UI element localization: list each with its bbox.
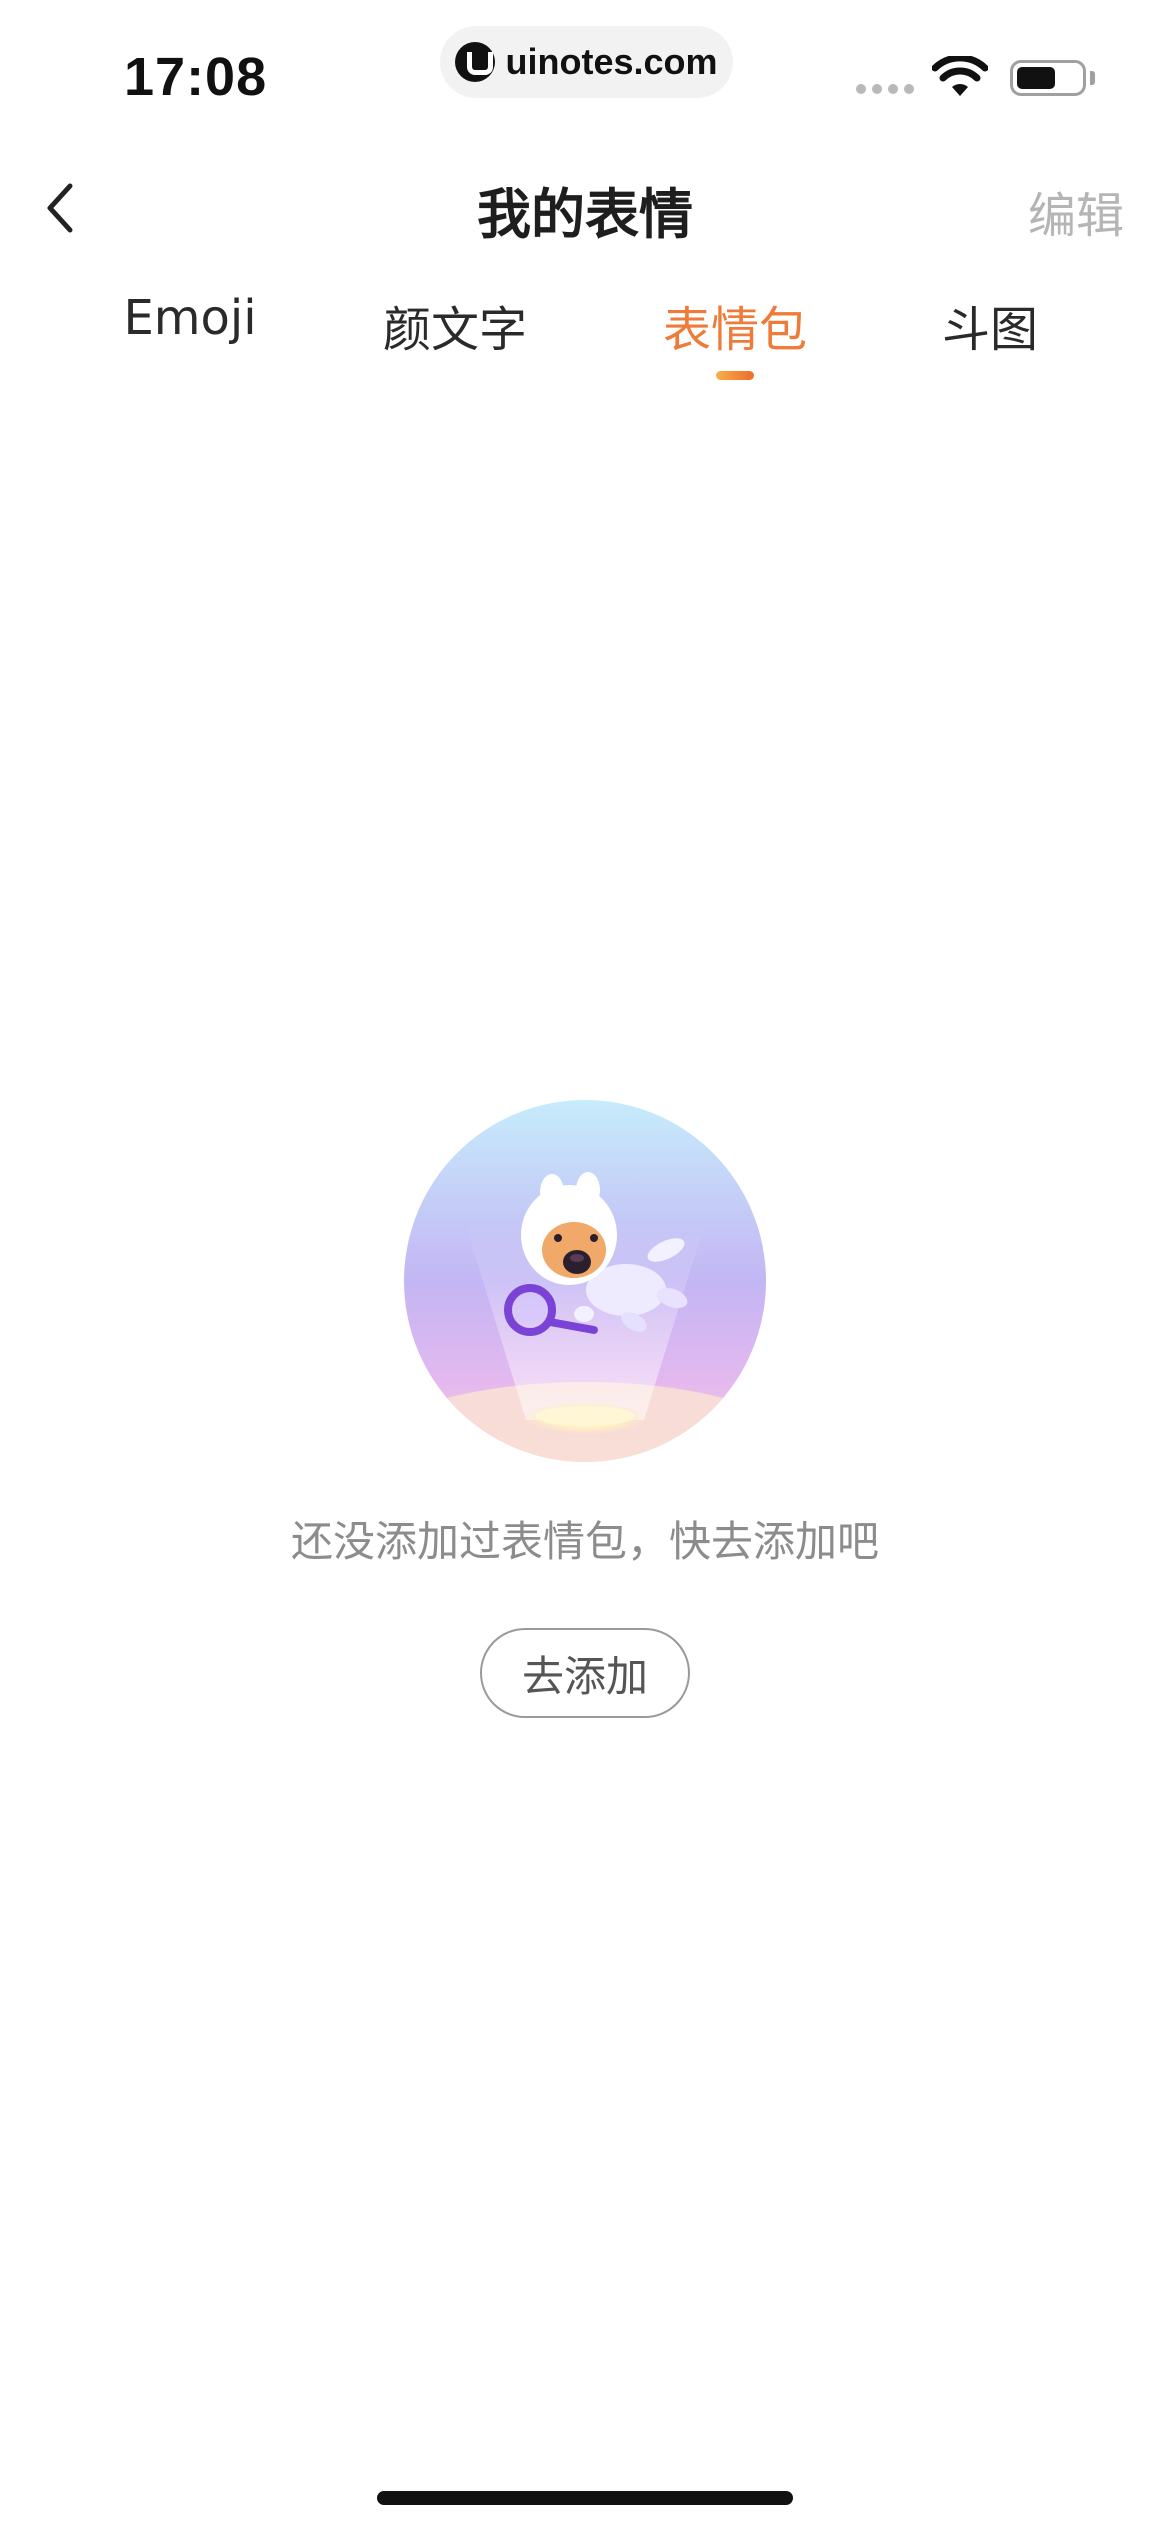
battery-icon: [1010, 60, 1086, 96]
edit-button[interactable]: 编辑: [1028, 176, 1124, 246]
wifi-icon: [932, 56, 988, 96]
status-bar: 17:08 uinotes.com: [0, 0, 1170, 140]
home-indicator[interactable]: [377, 2491, 793, 2505]
battery-tip: [1090, 71, 1095, 85]
signal-icon: [856, 84, 914, 94]
url-text: uinotes.com: [505, 41, 718, 82]
tab-sticker-packs[interactable]: 表情包: [663, 290, 807, 360]
tab-bar: Emoji 颜文字 表情包 斗图: [0, 290, 1170, 390]
tab-emoji[interactable]: Emoji: [123, 290, 256, 346]
tab-kaomoji[interactable]: 颜文字: [383, 290, 527, 360]
active-tab-indicator: [716, 371, 754, 380]
chevron-left-icon[interactable]: [36, 176, 88, 240]
astronaut-dog-illustration: [404, 1100, 766, 1462]
url-pill[interactable]: uinotes.com: [440, 26, 733, 98]
status-time: 17:08: [124, 47, 268, 107]
go-add-button[interactable]: 去添加: [480, 1628, 690, 1718]
page-title: 我的表情: [477, 183, 693, 246]
my-stickers-screen: 17:08 uinotes.com 我的表情 编辑 Emoji 颜文字 表情包 …: [0, 0, 1170, 2532]
site-logo-icon: [455, 42, 496, 82]
tab-meme-battle[interactable]: 斗图: [942, 290, 1038, 360]
empty-state-message: 还没添加过表情包，快去添加吧: [290, 1517, 879, 1566]
